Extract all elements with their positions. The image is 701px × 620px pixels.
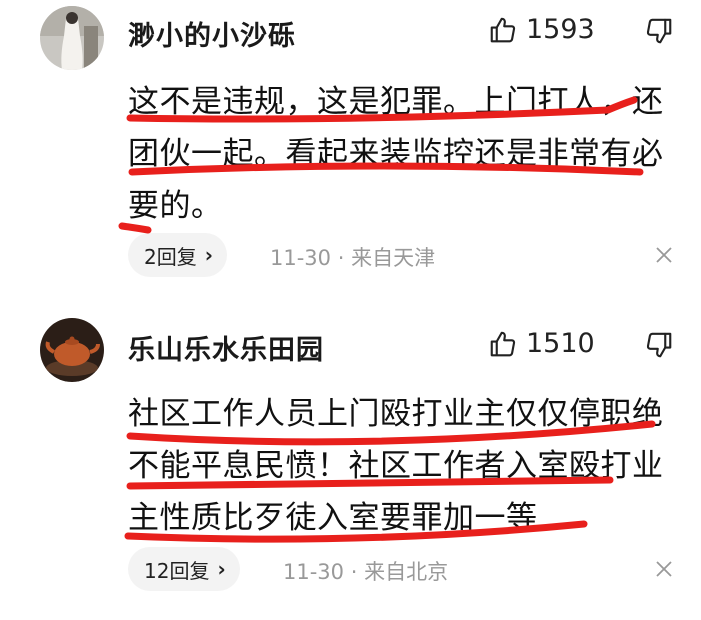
comment-line: 主性质比歹徒入室要罪加一等 <box>128 500 538 536</box>
reply-button[interactable]: 12回复 › <box>128 547 240 591</box>
close-icon <box>652 247 676 271</box>
comment-date: 11-30 <box>270 246 332 270</box>
like-count: 1510 <box>526 328 595 359</box>
avatar[interactable] <box>40 6 104 70</box>
dislike-button[interactable] <box>644 330 674 364</box>
username[interactable]: 乐山乐水乐田园 <box>128 328 324 367</box>
comment-location: 来自天津 <box>351 246 436 270</box>
meta-separator: · <box>337 246 345 270</box>
thumbs-up-icon <box>488 329 518 359</box>
comment-line: 要的。 <box>128 188 223 224</box>
comment-location: 来自北京 <box>364 560 449 584</box>
close-icon <box>652 561 676 585</box>
comment-line: 团伙一起。看起来装监控还是非常有必 <box>128 136 664 172</box>
comment-line: 社区工作人员上门殴打业主仅仅停职绝 <box>128 396 664 432</box>
like-count: 1593 <box>526 14 595 45</box>
like-button[interactable]: 1593 <box>488 14 595 45</box>
comment-date: 11-30 <box>283 560 345 584</box>
chevron-right-icon: › <box>204 243 213 267</box>
like-button[interactable]: 1510 <box>488 328 595 359</box>
chevron-right-icon: › <box>217 557 226 581</box>
avatar[interactable] <box>40 318 104 382</box>
meta-separator: · <box>350 560 358 584</box>
comment-text: 这不是违规，这是犯罪。上门打人，还 团伙一起。看起来装监控还是非常有必 要的。 <box>128 76 678 232</box>
dislike-button[interactable] <box>644 16 674 50</box>
reply-label: 2回复 <box>144 244 197 269</box>
thumbs-down-icon <box>644 18 674 50</box>
username[interactable]: 渺小的小沙砾 <box>128 14 296 53</box>
comment-meta: 11-30 · 来自北京 <box>283 556 448 586</box>
comment-meta: 11-30 · 来自天津 <box>270 242 435 272</box>
reply-button[interactable]: 2回复 › <box>128 233 227 277</box>
thumbs-down-icon <box>644 332 674 364</box>
reply-label: 12回复 <box>144 558 210 583</box>
comment-line: 不能平息民愤！社区工作者入室殴打业 <box>128 448 664 484</box>
thumbs-up-icon <box>488 15 518 45</box>
comment-line: 这不是违规，这是犯罪。上门打人，还 <box>128 84 664 120</box>
close-button[interactable] <box>652 243 676 271</box>
comment-text: 社区工作人员上门殴打业主仅仅停职绝 不能平息民愤！社区工作者入室殴打业 主性质比… <box>128 388 678 544</box>
close-button[interactable] <box>652 557 676 585</box>
